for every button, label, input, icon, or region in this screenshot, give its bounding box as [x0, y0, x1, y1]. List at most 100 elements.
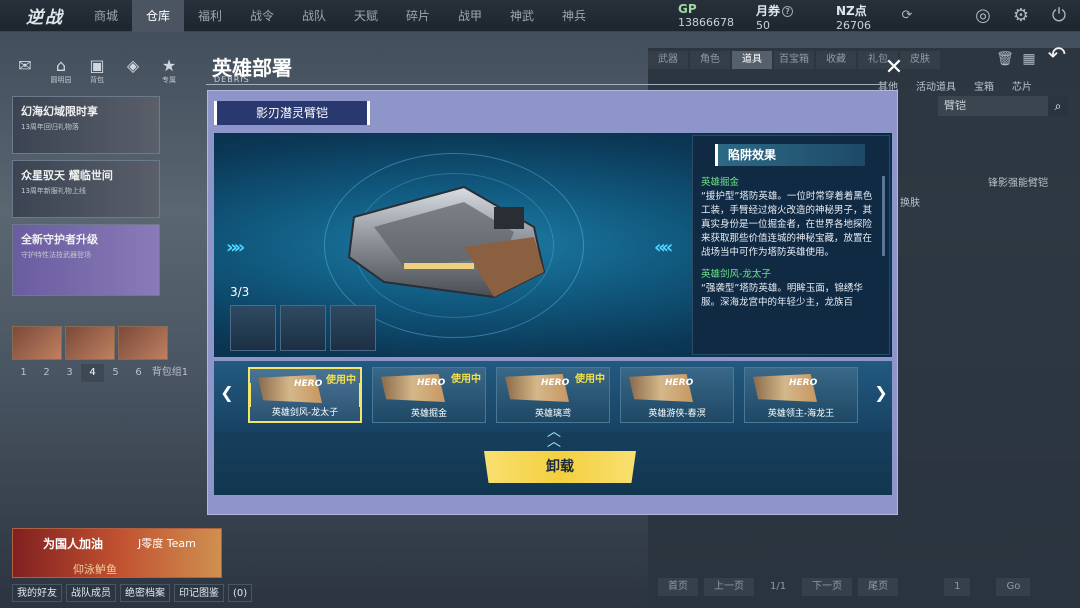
item-tab[interactable]: 影刃潜灵臂铠 [214, 101, 370, 125]
tab-team-members[interactable]: 战队成员 [66, 584, 116, 602]
search-input[interactable]: 臂铠 [938, 96, 1048, 116]
tab-divine-martial[interactable]: 神武 [496, 0, 548, 32]
skin-thumbnail[interactable] [230, 305, 276, 351]
trash-icon[interactable]: 🗑 [994, 48, 1016, 70]
tab-secret-files[interactable]: 绝密档案 [120, 584, 170, 602]
first-page-button[interactable]: 首页 [658, 578, 698, 596]
next-page-button[interactable]: 下一页 [802, 578, 853, 596]
skin-thumbnail[interactable] [330, 305, 376, 351]
tab-battlepass[interactable]: 战令 [236, 0, 288, 32]
page-2[interactable]: 2 [35, 364, 58, 382]
tab-fragments[interactable]: 碎片 [392, 0, 444, 32]
currency-voucher: 月券? 50 [756, 2, 794, 32]
tab-mark-gallery[interactable]: 印记图鉴 [174, 584, 224, 602]
promo-card-3[interactable]: 全新守护者升级 守护特性法技武器登场 [12, 224, 160, 296]
in-use-badge: 使用中 [575, 374, 605, 385]
refresh-icon[interactable]: ⟳ [896, 5, 918, 27]
skin-count: 3/3 [230, 285, 250, 299]
page-4[interactable]: 4 [81, 364, 104, 382]
page-1[interactable]: 1 [12, 364, 35, 382]
hero-card[interactable]: HERO 英雄领主-海龙王 [744, 367, 858, 423]
hero-name: 英雄领主-海龙王 [767, 409, 835, 419]
effect-title: 陷阱效果 [715, 144, 865, 166]
top-bar: 逆战 商城 仓库 福利 战令 战队 天赋 碎片 战甲 神武 神兵 GP 1386… [0, 0, 1080, 32]
swap-skin-button[interactable]: 换肤 [900, 194, 920, 209]
hero-card[interactable]: HERO 英雄游侠-春溟 [620, 367, 734, 423]
game-screen: 逆战 商城 仓库 福利 战令 战队 天赋 碎片 战甲 神武 神兵 GP 1386… [0, 0, 1080, 608]
tab-talent[interactable]: 天赋 [340, 0, 392, 32]
tab-characters[interactable]: 角色 [690, 51, 730, 69]
tab-treasure[interactable]: 百宝箱 [774, 51, 814, 69]
mail-icon[interactable]: ✉ [12, 56, 38, 88]
modal-subtitle: DEBRIS [214, 75, 250, 84]
hero-card[interactable]: HERO 使用中 英雄璃鸢 [496, 367, 610, 423]
gear-icon[interactable]: ⚙ [1010, 5, 1032, 27]
hero-name: 英雄掘金 [410, 409, 447, 419]
avatar[interactable] [118, 326, 168, 360]
grid-icon[interactable]: ▦ [1018, 48, 1040, 70]
tab-favorites[interactable]: 收藏 [816, 51, 856, 69]
friend-banner[interactable]: 为国人加油 J零度 Team 仰泳鲈鱼 [12, 528, 222, 578]
hero-card[interactable]: HERO 使用中 英雄掘金 [372, 367, 486, 423]
power-icon[interactable]: ⏻ [1048, 5, 1070, 27]
subtab-event-items[interactable]: 活动道具 [916, 78, 956, 93]
avatar-row [12, 326, 168, 360]
unload-button[interactable]: 卸载 [484, 451, 636, 483]
effect-name: 英雄剑风-龙太子 [701, 269, 771, 280]
tab-items[interactable]: 道具 [732, 51, 772, 69]
hero-tag: HERO [665, 378, 694, 388]
last-page-button[interactable]: 尾页 [858, 578, 899, 596]
hero-tag: HERO [294, 379, 323, 389]
tab-team[interactable]: 战队 [288, 0, 340, 32]
go-button[interactable]: Go [996, 578, 1031, 596]
inventory-subtabs: 其他 活动道具 宝箱 芯片 [878, 78, 1032, 93]
social-tabs: 我的好友 战队成员 绝密档案 印记图鉴 (0) [12, 584, 253, 602]
garden-icon[interactable]: ⌂ 圆明园 [48, 56, 74, 88]
target-shortcut-icon[interactable]: ◈ [120, 56, 146, 88]
bag-icon[interactable]: ▣ 背包 [84, 56, 110, 88]
hero-card[interactable]: HERO 使用中 英雄剑风-龙太子 [248, 367, 362, 423]
target-icon[interactable]: ◎ [972, 5, 994, 27]
search-icon[interactable]: ⌕ [1048, 96, 1068, 116]
tab-welfare[interactable]: 福利 [184, 0, 236, 32]
close-icon[interactable]: ✕ [884, 57, 904, 79]
tab-armor[interactable]: 战甲 [444, 0, 496, 32]
tab-skins[interactable]: 皮肤 [900, 51, 940, 69]
avatar[interactable] [65, 326, 115, 360]
bag-pager: 1 2 3 4 5 6 背包组1 [12, 364, 190, 382]
tab-divine-weapon[interactable]: 神兵 [548, 0, 600, 32]
page-5[interactable]: 5 [104, 364, 127, 382]
tab-weapons[interactable]: 武器 [648, 51, 688, 69]
promo-card-1[interactable]: 幻海幻域限时享 13周年回归礼物落 [12, 96, 160, 154]
help-icon[interactable]: ? [782, 6, 794, 17]
tab-my-friends[interactable]: 我的好友 [12, 584, 62, 602]
item-name[interactable]: 锋影强能臂铠 [988, 174, 1048, 189]
hero-cards: HERO 使用中 英雄剑风-龙太子 HERO 使用中 英雄掘金 HERO 使用中… [248, 367, 858, 423]
trap-effect-panel: 陷阱效果 英雄掘金 “援护型”塔防英雄。一位时常穿着着黑色工装，手臂经过熔火改造的… [692, 135, 890, 355]
armguard-image [347, 185, 546, 299]
page-6[interactable]: 6 [127, 364, 150, 382]
page-input[interactable]: 1 [944, 578, 971, 596]
hero-tag: HERO [789, 378, 818, 388]
divider [206, 84, 886, 85]
effect-description[interactable]: 英雄掘金 “援护型”塔防英雄。一位时常穿着着黑色工装，手臂经过熔火改造的神秘男子，… [701, 176, 879, 352]
effect-name: 英雄掘金 [701, 177, 740, 188]
exclusive-icon[interactable]: ★ 专属 [156, 56, 182, 88]
bag-group-label[interactable]: 背包组1 [150, 364, 190, 382]
promo-card-2[interactable]: 众星驭天 耀临世间 13周年新服礼物上线 [12, 160, 160, 218]
currency-nz: NZ点 26706 [836, 4, 871, 32]
tab-warehouse[interactable]: 仓库 [132, 0, 184, 32]
arrow-left-icon[interactable]: ❮ [220, 383, 234, 403]
scrollbar[interactable] [882, 176, 885, 256]
subtab-chests[interactable]: 宝箱 [974, 78, 994, 93]
subtab-chips[interactable]: 芯片 [1012, 78, 1032, 93]
arrow-right-icon[interactable]: ❯ [874, 383, 888, 403]
page-3[interactable]: 3 [58, 364, 81, 382]
mail-count[interactable]: (0) [228, 584, 253, 602]
back-icon[interactable]: ↶ [1046, 45, 1068, 67]
skin-thumbnail[interactable] [280, 305, 326, 351]
tab-shop[interactable]: 商城 [80, 0, 132, 32]
avatar[interactable] [12, 326, 62, 360]
prev-page-button[interactable]: 上一页 [704, 578, 754, 596]
hero-tag: HERO [541, 378, 570, 388]
